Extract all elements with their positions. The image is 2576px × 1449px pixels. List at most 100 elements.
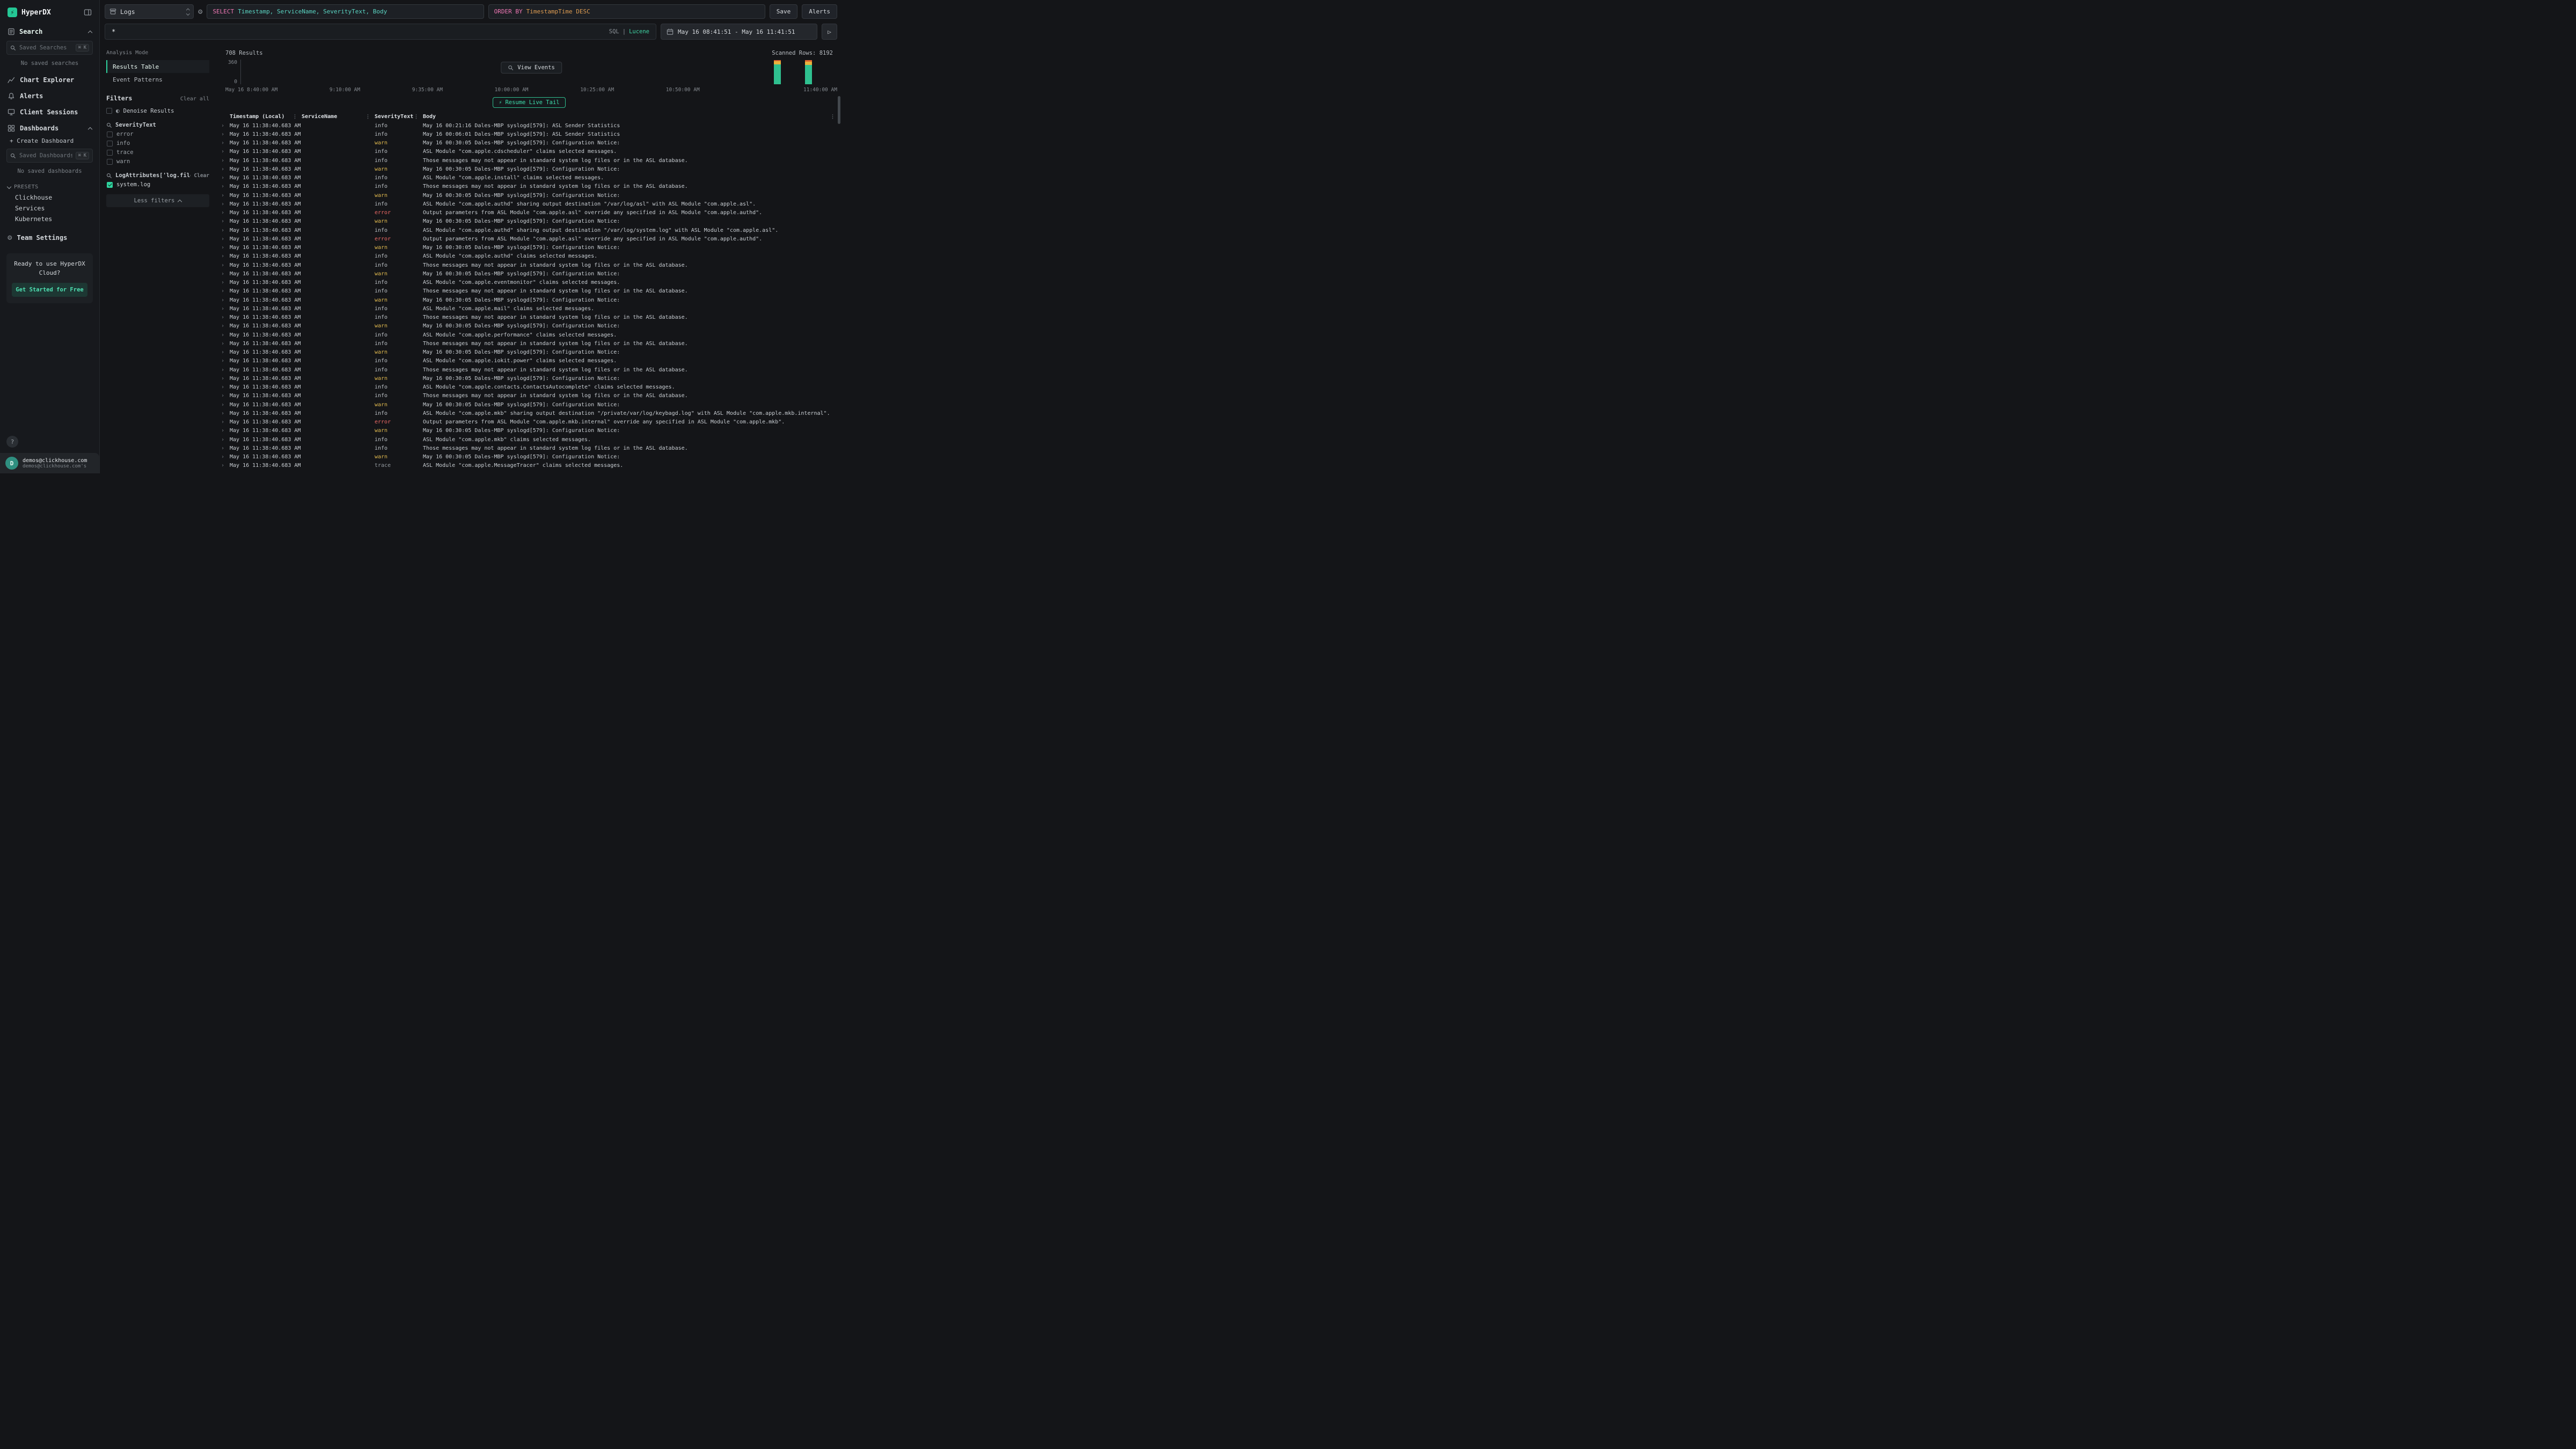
log-row[interactable]: ›May 16 11:38:40.683 AMinfoThose message…	[217, 287, 841, 296]
row-expand-chevron[interactable]: ›	[221, 140, 230, 146]
sidebar-item-chart-explorer[interactable]: Chart Explorer	[0, 72, 99, 88]
row-expand-chevron[interactable]: ›	[221, 306, 230, 312]
log-row[interactable]: ›May 16 11:38:40.683 AMinfoThose message…	[217, 444, 841, 452]
log-row[interactable]: ›May 16 11:38:40.683 AMwarnMay 16 00:30:…	[217, 322, 841, 331]
severity-facet-value-info[interactable]: info	[107, 140, 209, 147]
log-row[interactable]: ›May 16 11:38:40.683 AMinfoASL Module "c…	[217, 331, 841, 339]
log-row[interactable]: ›May 16 11:38:40.683 AMinfoASL Module "c…	[217, 304, 841, 313]
row-expand-chevron[interactable]: ›	[221, 411, 230, 416]
view-events-button[interactable]: View Events	[501, 62, 562, 74]
scrollbar-thumb[interactable]	[838, 96, 840, 124]
log-row[interactable]: ›May 16 11:38:40.683 AMwarnMay 16 00:30:…	[217, 400, 841, 409]
row-expand-chevron[interactable]: ›	[221, 262, 230, 268]
severity-facet-value-trace[interactable]: trace	[107, 149, 209, 156]
search-icon[interactable]	[106, 173, 112, 179]
log-row[interactable]: ›May 16 11:38:40.683 AMwarnMay 16 00:30:…	[217, 244, 841, 252]
preset-item-services[interactable]: Services	[0, 203, 99, 214]
column-menu-icon[interactable]: ⋮	[365, 114, 370, 120]
presets-toggle[interactable]: PRESETS	[0, 180, 99, 192]
query-language-toggle[interactable]: SQL | Lucene	[609, 28, 649, 35]
log-row[interactable]: ›May 16 11:38:40.683 AMinfoThose message…	[217, 156, 841, 165]
column-menu-icon[interactable]: ⋮	[292, 114, 297, 120]
col-header-servicename[interactable]: ServiceName⋮	[302, 114, 375, 120]
less-filters-button[interactable]: Less filters	[106, 194, 209, 207]
col-header-severitytext[interactable]: SeverityText⋮	[375, 114, 423, 120]
row-expand-chevron[interactable]: ›	[221, 253, 230, 259]
log-row[interactable]: ›May 16 11:38:40.683 AMinfoASL Module "c…	[217, 148, 841, 156]
row-expand-chevron[interactable]: ›	[221, 236, 230, 242]
row-expand-chevron[interactable]: ›	[221, 228, 230, 233]
row-expand-chevron[interactable]: ›	[221, 437, 230, 443]
help-button[interactable]: ?	[6, 436, 18, 448]
col-header-timestamp[interactable]: Timestamp (Local)⋮	[230, 114, 302, 120]
log-row[interactable]: ›May 16 11:38:40.683 AMinfoThose message…	[217, 339, 841, 348]
query-settings-gear-icon[interactable]: ⚙	[198, 8, 202, 16]
sql-select-input[interactable]: SELECT Timestamp, ServiceName, SeverityT…	[207, 4, 484, 19]
row-expand-chevron[interactable]: ›	[221, 445, 230, 451]
log-row[interactable]: ›May 16 11:38:40.683 AMwarnMay 16 00:30:…	[217, 165, 841, 173]
saved-searches-input[interactable]: Saved Searches ⌘ K	[6, 41, 93, 55]
histogram-bar[interactable]	[774, 60, 781, 84]
log-row[interactable]: ›May 16 11:38:40.683 AMinfoASL Module "c…	[217, 174, 841, 182]
preset-item-clickhouse[interactable]: Clickhouse	[0, 192, 99, 203]
order-by-input[interactable]: ORDER BY TimestampTime DESC	[488, 4, 765, 19]
mode-event-patterns[interactable]: Event Patterns	[106, 73, 209, 86]
row-expand-chevron[interactable]: ›	[221, 393, 230, 399]
row-expand-chevron[interactable]: ›	[221, 314, 230, 320]
date-range-picker[interactable]: May 16 08:41:51 - May 16 11:41:51	[661, 24, 817, 40]
sidebar-collapse-icon[interactable]	[84, 9, 92, 16]
log-row[interactable]: ›May 16 11:38:40.683 AMinfoMay 16 00:06:…	[217, 130, 841, 138]
sidebar-item-alerts[interactable]: Alerts	[0, 88, 99, 104]
checkbox-icon[interactable]	[107, 182, 113, 188]
row-expand-chevron[interactable]: ›	[221, 428, 230, 434]
lang-lucene-label[interactable]: Lucene	[629, 28, 649, 35]
row-expand-chevron[interactable]: ›	[221, 297, 230, 303]
mode-results-table[interactable]: Results Table	[106, 60, 209, 73]
denoise-results-checkbox[interactable]: ◐ Denoise Results	[106, 107, 209, 114]
clear-all-filters-link[interactable]: Clear all	[180, 96, 209, 102]
search-query-input[interactable]: * SQL | Lucene	[105, 24, 656, 40]
log-row[interactable]: ›May 16 11:38:40.683 AMerrorOutput param…	[217, 418, 841, 427]
column-menu-icon[interactable]: ⋮	[414, 114, 419, 120]
log-row[interactable]: ›May 16 11:38:40.683 AMinfoASL Module "c…	[217, 409, 841, 418]
logfile-facet-value-system.log[interactable]: system.log	[107, 181, 209, 188]
log-row[interactable]: ›May 16 11:38:40.683 AMerrorOutput param…	[217, 209, 841, 217]
log-row[interactable]: ›May 16 11:38:40.683 AMtraceASL Module "…	[217, 462, 841, 470]
log-row[interactable]: ›May 16 11:38:40.683 AMwarnMay 16 00:30:…	[217, 427, 841, 435]
row-expand-chevron[interactable]: ›	[221, 402, 230, 408]
checkbox-icon[interactable]	[107, 131, 113, 137]
log-row[interactable]: ›May 16 11:38:40.683 AMwarnMay 16 00:30:…	[217, 453, 841, 462]
resume-live-tail-button[interactable]: ⚡ Resume Live Tail	[493, 97, 565, 108]
row-expand-chevron[interactable]: ›	[221, 184, 230, 189]
sidebar-item-client-sessions[interactable]: Client Sessions	[0, 104, 99, 120]
log-row[interactable]: ›May 16 11:38:40.683 AMinfoThose message…	[217, 261, 841, 269]
get-started-button[interactable]: Get Started for Free	[12, 283, 87, 297]
row-expand-chevron[interactable]: ›	[221, 376, 230, 382]
alerts-button[interactable]: Alerts	[802, 4, 837, 19]
checkbox-icon[interactable]	[107, 159, 113, 165]
log-row[interactable]: ›May 16 11:38:40.683 AMerrorOutput param…	[217, 235, 841, 243]
row-expand-chevron[interactable]: ›	[221, 158, 230, 164]
severity-facet-value-error[interactable]: error	[107, 131, 209, 137]
sidebar-item-search[interactable]: Search	[0, 24, 99, 40]
log-row[interactable]: ›May 16 11:38:40.683 AMinfoMay 16 00:21:…	[217, 121, 841, 130]
row-expand-chevron[interactable]: ›	[221, 384, 230, 390]
log-row[interactable]: ›May 16 11:38:40.683 AMinfoThose message…	[217, 313, 841, 322]
sidebar-item-team-settings[interactable]: ⚙ Team Settings	[0, 230, 99, 246]
user-menu[interactable]: D demos@clickhouse.com demos@clickhouse.…	[0, 453, 99, 473]
preset-item-kubernetes[interactable]: Kubernetes	[0, 214, 99, 224]
log-row[interactable]: ›May 16 11:38:40.683 AMinfoASL Module "c…	[217, 252, 841, 261]
row-expand-chevron[interactable]: ›	[221, 245, 230, 251]
histogram-bar[interactable]	[805, 60, 812, 84]
col-header-body[interactable]: Body	[423, 114, 831, 120]
log-row[interactable]: ›May 16 11:38:40.683 AMwarnMay 16 00:30:…	[217, 348, 841, 357]
row-expand-chevron[interactable]: ›	[221, 175, 230, 181]
source-select[interactable]: Logs	[105, 4, 194, 19]
row-expand-chevron[interactable]: ›	[221, 454, 230, 460]
run-query-button[interactable]: ▷	[822, 24, 837, 40]
checkbox-icon[interactable]	[106, 108, 112, 114]
log-row[interactable]: ›May 16 11:38:40.683 AMwarnMay 16 00:30:…	[217, 191, 841, 200]
table-menu-icon[interactable]: ⋮	[830, 114, 835, 120]
log-row[interactable]: ›May 16 11:38:40.683 AMwarnMay 16 00:30:…	[217, 296, 841, 304]
row-expand-chevron[interactable]: ›	[221, 323, 230, 329]
